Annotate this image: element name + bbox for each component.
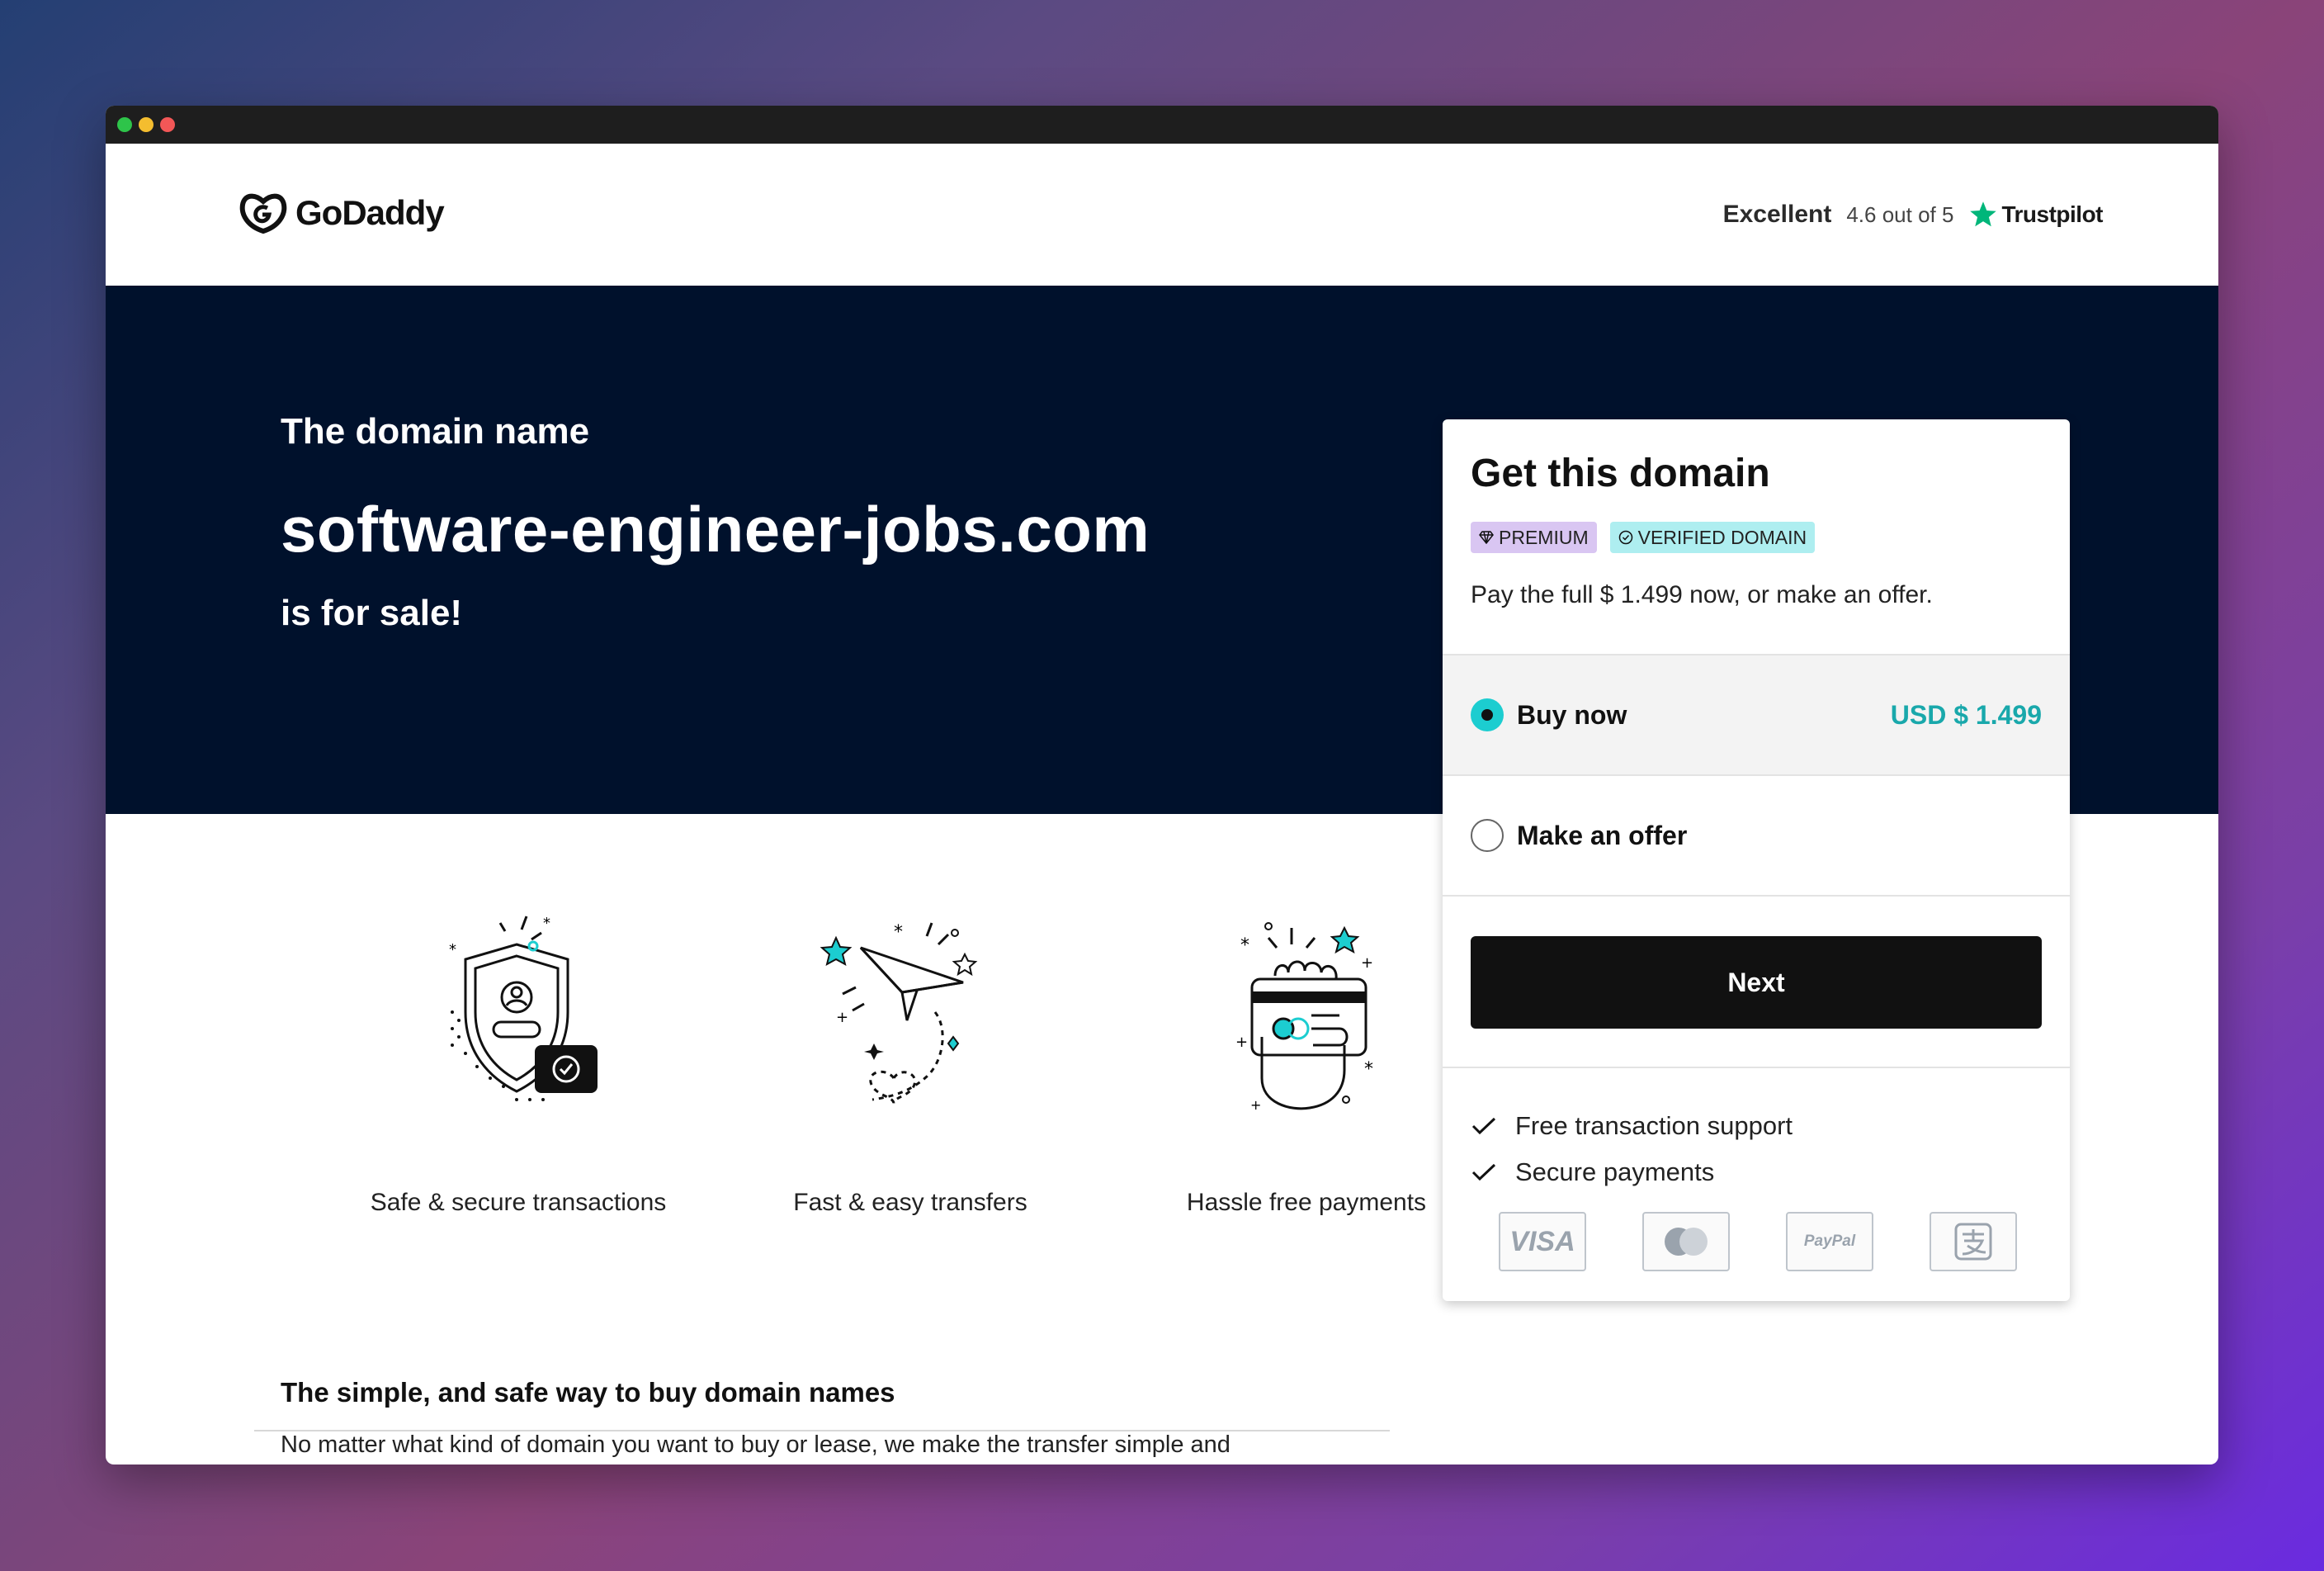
trustpilot-star-icon xyxy=(1970,201,1997,227)
perk-label: Free transaction support xyxy=(1515,1111,1793,1140)
trustpilot-text: Trustpilot xyxy=(2001,201,2103,227)
paypal-label: PayPal xyxy=(1803,1233,1856,1250)
svg-text:+: + xyxy=(1250,1097,1261,1113)
features-section: * * Safe & secure transactions * + Fast … xyxy=(106,814,1426,1465)
make-offer-label: Make an offer xyxy=(1517,821,1688,850)
feature-secure: * * Safe & secure transactions xyxy=(370,905,667,1223)
godaddy-logo-icon xyxy=(239,193,287,234)
svg-text:*: * xyxy=(449,941,456,958)
trustpilot-rating[interactable]: Excellent 4.6 out of 5 Trustpilot xyxy=(1722,200,2104,229)
svg-text:+: + xyxy=(1235,1034,1248,1051)
option-make-offer[interactable]: Make an offer xyxy=(1443,774,2070,895)
svg-text:+: + xyxy=(836,1009,848,1026)
feature-payments: * * + + + Hassle free payments xyxy=(1158,905,1455,1223)
feature-label: Hassle free payments xyxy=(1186,1189,1427,1216)
card-title: Get this domain xyxy=(1471,452,1770,495)
site-header: GoDaddy Excellent 4.6 out of 5 Trustpilo… xyxy=(106,144,2218,286)
trustpilot-brand: Trustpilot xyxy=(1968,200,2103,229)
visa-label: VISA xyxy=(1509,1225,1575,1257)
hero-for-sale: is for sale! xyxy=(281,593,463,633)
verified-badge-label: VERIFIED DOMAIN xyxy=(1637,526,1807,548)
mastercard-icon xyxy=(1642,1212,1730,1271)
window-close-button[interactable] xyxy=(160,117,175,132)
feature-label: Fast & easy transfers xyxy=(793,1189,1027,1216)
perk-label: Secure payments xyxy=(1515,1157,1715,1186)
window-maximize-button[interactable] xyxy=(117,117,132,132)
shield-icon: * * xyxy=(449,915,598,1101)
svg-text:+: + xyxy=(1361,954,1373,972)
payment-methods: VISA PayPal xyxy=(1499,1212,2017,1271)
alipay-icon xyxy=(1930,1212,2017,1271)
feature-transfers: * + Fast & easy transfers xyxy=(762,905,1059,1223)
feature-label: Safe & secure transactions xyxy=(370,1189,667,1216)
paper-plane-icon: * + xyxy=(820,922,978,1104)
window-titlebar xyxy=(106,106,2218,144)
check-icon xyxy=(1471,1117,1496,1135)
info-text: No matter what kind of domain you want t… xyxy=(281,1431,1230,1458)
perk-item: Secure payments xyxy=(1471,1149,1793,1195)
godaddy-logo[interactable]: GoDaddy xyxy=(238,190,445,236)
badge-row: PREMIUM VERIFIED DOMAIN xyxy=(1471,522,1816,553)
svg-text:*: * xyxy=(894,922,903,943)
premium-badge: PREMIUM xyxy=(1471,522,1597,553)
next-button[interactable]: Next xyxy=(1471,936,2042,1029)
perks-list: Free transaction support Secure payments xyxy=(1471,1103,1793,1195)
window-minimize-button[interactable] xyxy=(139,117,154,132)
check-icon xyxy=(1471,1163,1496,1181)
buy-now-radio[interactable] xyxy=(1471,698,1504,731)
svg-text:*: * xyxy=(1364,1059,1373,1080)
visa-icon: VISA xyxy=(1499,1212,1586,1271)
purchase-card: Get this domain PREMIUM VERIFIED DOMAIN … xyxy=(1443,419,2070,1301)
pay-text: Pay the full $ 1.499 now, or make an off… xyxy=(1471,581,1933,608)
domain-name: software-engineer-jobs.com xyxy=(281,493,1150,565)
next-section: Next xyxy=(1443,895,2070,1068)
info-heading: The simple, and safe way to buy domain n… xyxy=(281,1377,895,1408)
info-section: The simple, and safe way to buy domain n… xyxy=(281,1377,1230,1459)
premium-badge-label: PREMIUM xyxy=(1499,526,1589,548)
rating-label: Excellent xyxy=(1722,201,1832,228)
paypal-icon: PayPal xyxy=(1786,1212,1873,1271)
check-circle-icon xyxy=(1618,530,1632,545)
buy-now-label: Buy now xyxy=(1517,700,1627,730)
svg-text:*: * xyxy=(543,915,550,932)
browser-window: GoDaddy Excellent 4.6 out of 5 Trustpilo… xyxy=(106,106,2218,1465)
rating-score: 4.6 out of 5 xyxy=(1846,201,1954,227)
verified-badge: VERIFIED DOMAIN xyxy=(1609,522,1816,553)
credit-card-hand-icon: * * + + + xyxy=(1235,922,1373,1113)
diamond-icon xyxy=(1479,531,1494,544)
svg-text:*: * xyxy=(1240,935,1249,956)
hero-intro: The domain name xyxy=(281,411,590,452)
logo-text: GoDaddy xyxy=(295,193,445,232)
option-buy-now[interactable]: Buy now USD $ 1.499 xyxy=(1443,654,2070,774)
buy-now-price: USD $ 1.499 xyxy=(1890,700,2042,730)
perk-item: Free transaction support xyxy=(1471,1103,1793,1149)
make-offer-radio[interactable] xyxy=(1471,819,1504,852)
